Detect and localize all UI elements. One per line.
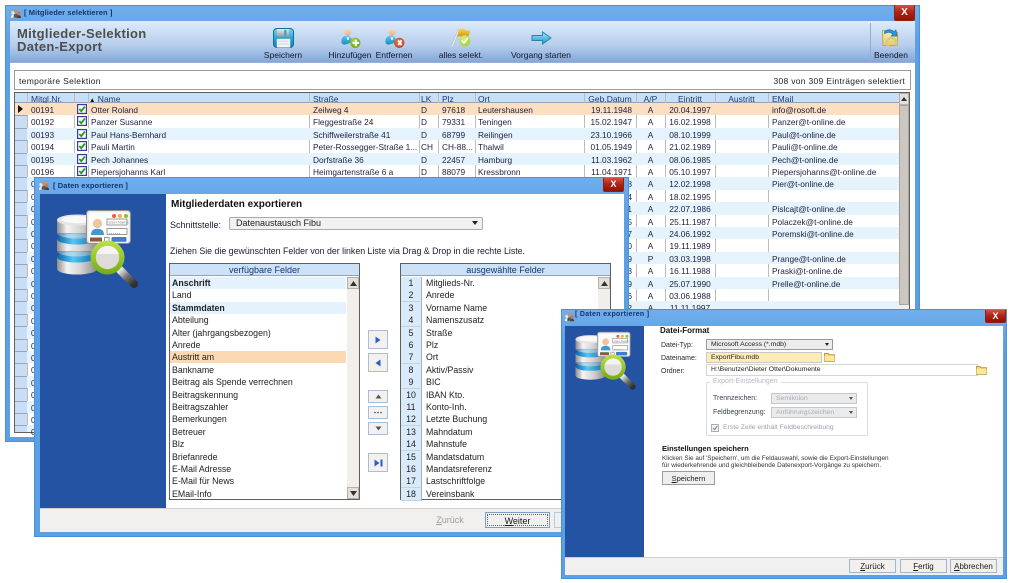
- svg-text:User Name: User Name: [614, 339, 629, 343]
- svg-text:......: ......: [109, 230, 121, 236]
- svg-text:......: ......: [614, 346, 623, 351]
- svg-text:User Name: User Name: [109, 220, 130, 225]
